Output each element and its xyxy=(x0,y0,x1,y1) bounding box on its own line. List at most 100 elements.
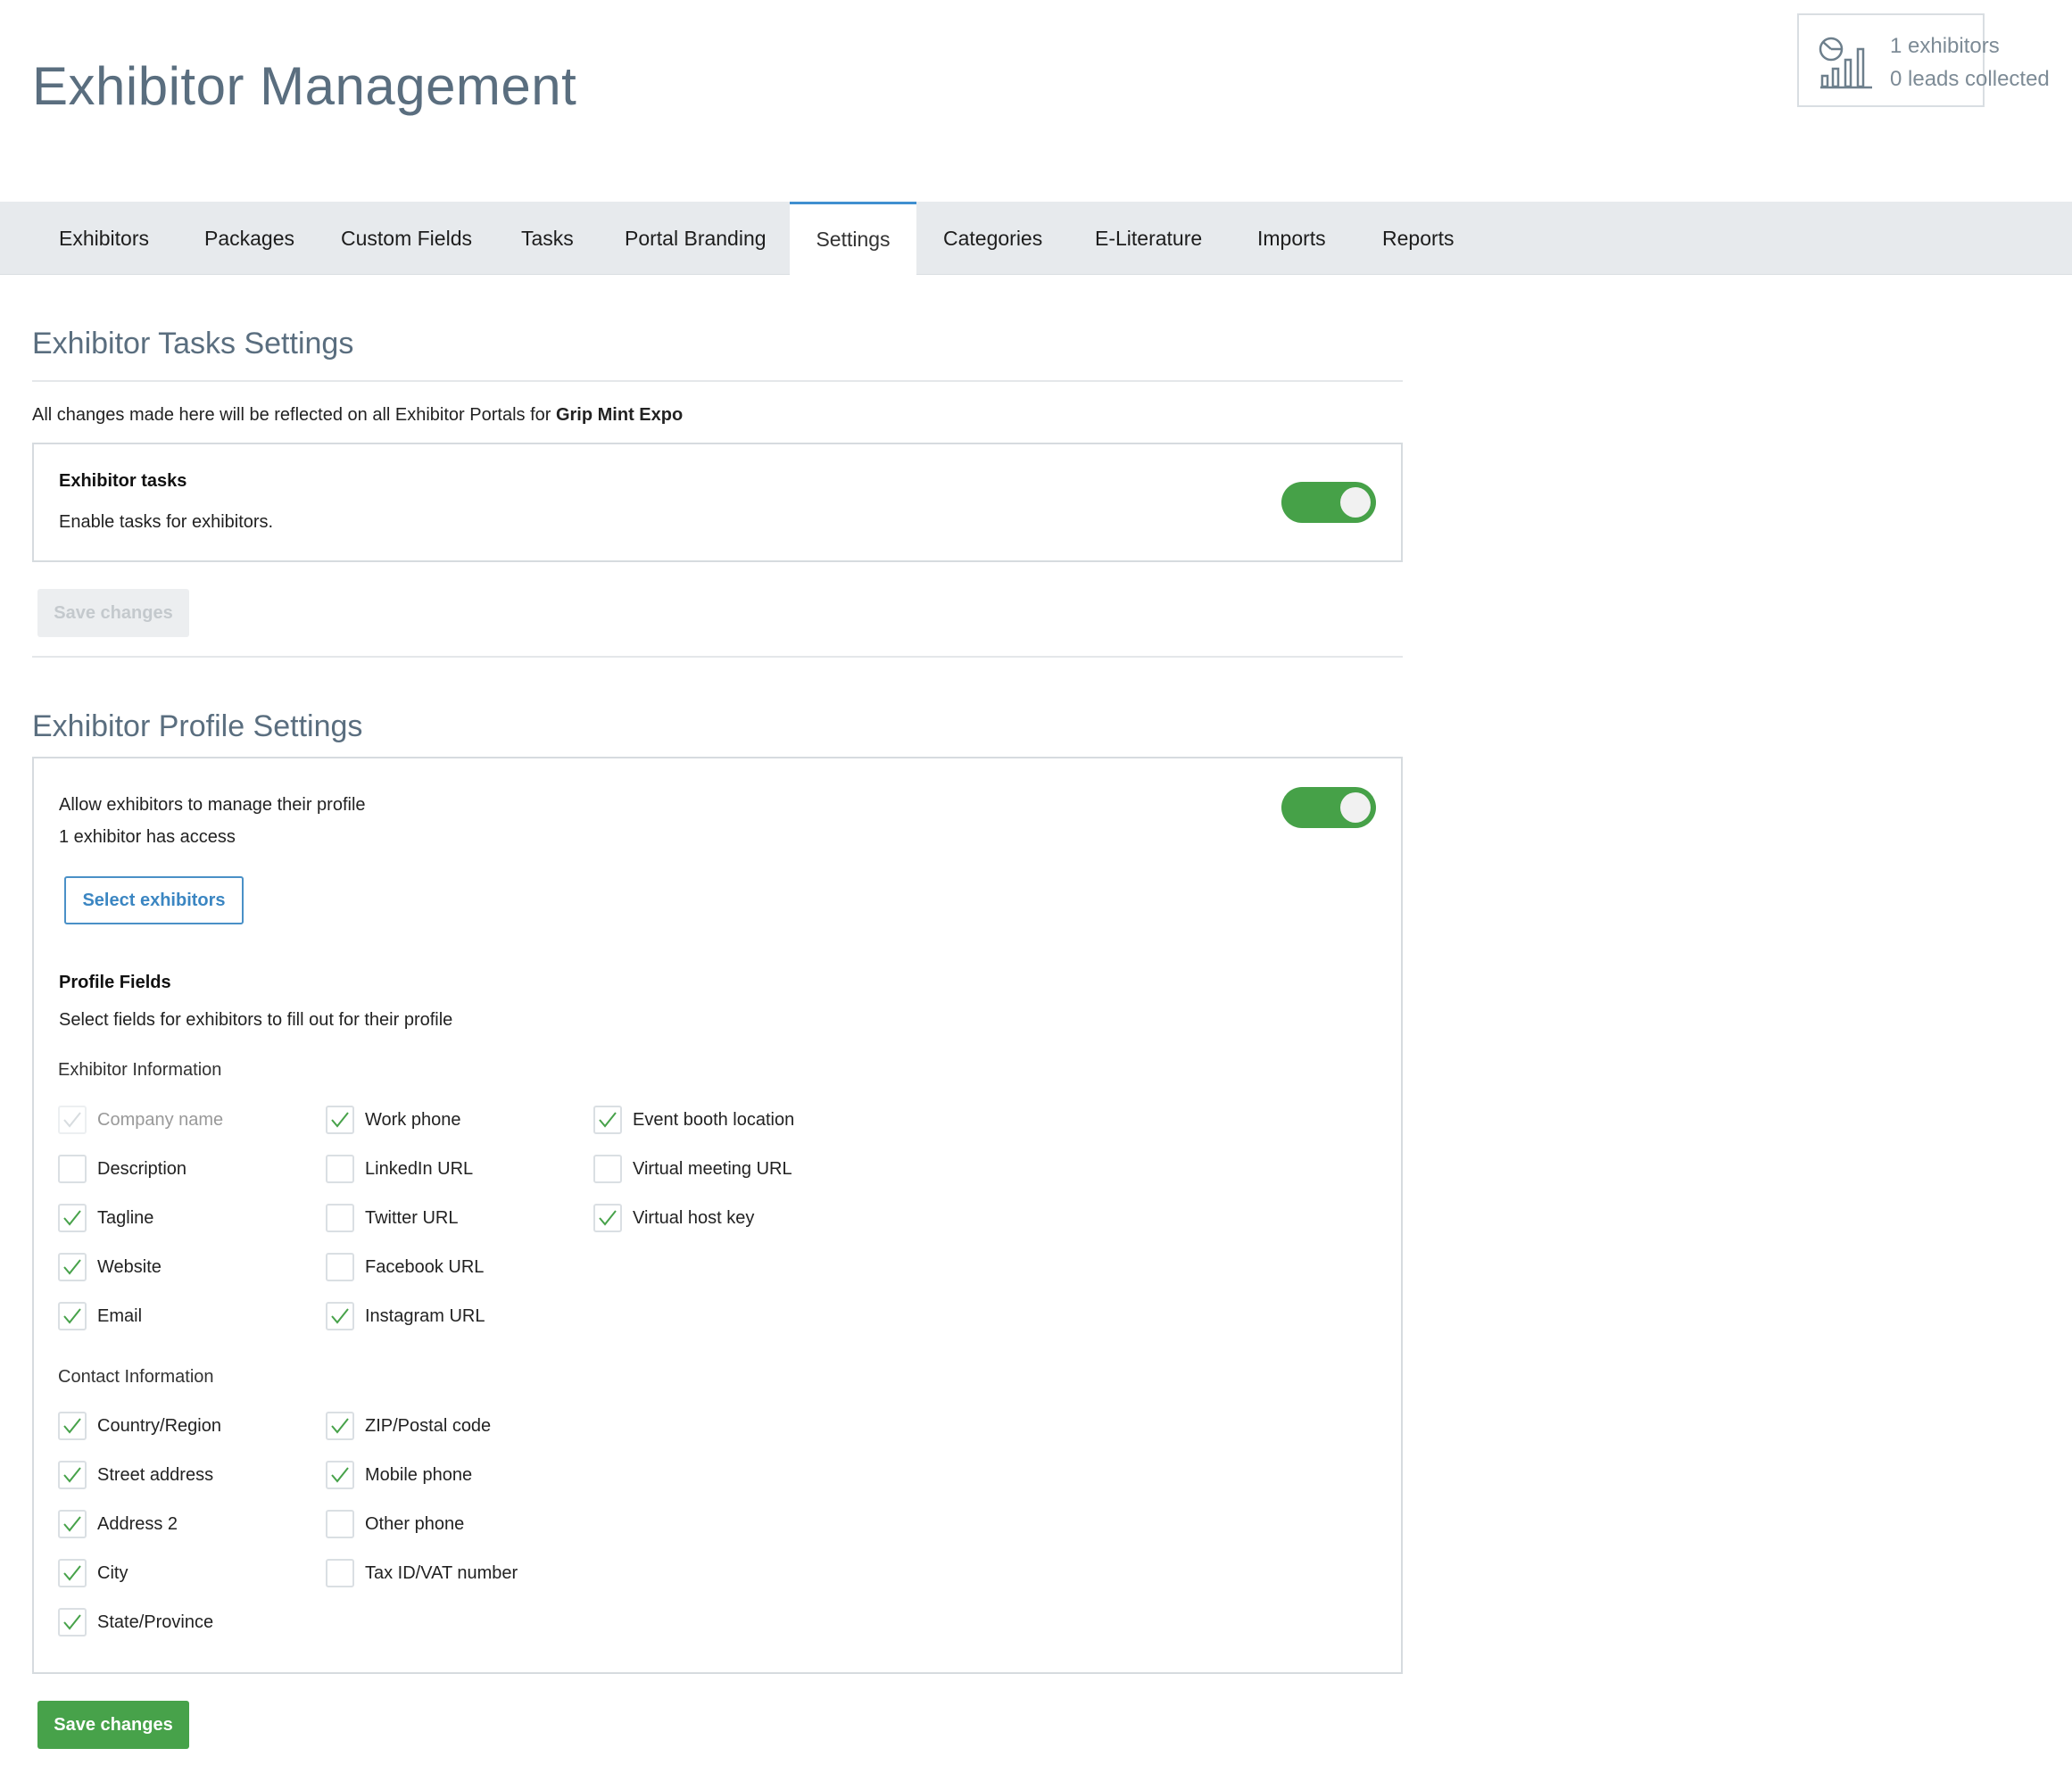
profile-save-button[interactable]: Save changes xyxy=(37,1701,189,1749)
checkbox-checked[interactable] xyxy=(58,1461,87,1489)
tab-reports[interactable]: Reports xyxy=(1382,202,1455,275)
field-label: Company name xyxy=(97,1109,224,1130)
analytics-chart-icon xyxy=(1819,37,1874,90)
field-label: City xyxy=(97,1562,128,1583)
checkmark-icon xyxy=(63,1565,81,1581)
field-label: Tagline xyxy=(97,1207,154,1228)
field-label: ZIP/Postal code xyxy=(365,1415,492,1436)
exhibitor-tasks-toggle[interactable] xyxy=(1281,482,1376,523)
tasks-save-button[interactable]: Save changes xyxy=(37,589,189,637)
tab-e-literature[interactable]: E-Literature xyxy=(1095,202,1202,275)
checkbox-checked[interactable] xyxy=(326,1461,354,1489)
access-count-text: 1 exhibitor has access xyxy=(59,827,236,847)
field-label: Mobile phone xyxy=(365,1464,473,1485)
field-linkedin-url[interactable]: LinkedIn URL xyxy=(326,1154,473,1184)
checkmark-icon xyxy=(63,1614,81,1630)
field-instagram-url[interactable]: Instagram URL xyxy=(326,1301,485,1331)
main-tabs: Exhibitors Packages Custom Fields Tasks … xyxy=(0,202,2072,276)
field-twitter-url[interactable]: Twitter URL xyxy=(326,1203,458,1233)
tab-tasks[interactable]: Tasks xyxy=(521,202,574,275)
exhibitor-information-label: Exhibitor Information xyxy=(58,1060,222,1080)
checkbox-checked[interactable] xyxy=(58,1412,87,1440)
profile-fields-title: Profile Fields xyxy=(59,973,171,992)
field-state-province[interactable]: State/Province xyxy=(58,1607,213,1637)
field-label: Virtual meeting URL xyxy=(633,1158,792,1179)
tab-packages[interactable]: Packages xyxy=(204,202,294,275)
field-email[interactable]: Email xyxy=(58,1301,142,1331)
checkmark-icon xyxy=(599,1112,617,1128)
field-tagline[interactable]: Tagline xyxy=(58,1203,153,1233)
field-label: Instagram URL xyxy=(365,1305,485,1326)
checkbox-checked[interactable] xyxy=(58,1510,87,1538)
field-website[interactable]: Website xyxy=(58,1252,162,1282)
checkmark-icon xyxy=(63,1418,81,1434)
field-label: Tax ID/VAT number xyxy=(365,1562,518,1583)
tab-portal-branding[interactable]: Portal Branding xyxy=(625,202,767,275)
stats-summary: 1 exhibitors 0 leads collected xyxy=(1797,13,2050,107)
field-virtual-meeting-url[interactable]: Virtual meeting URL xyxy=(593,1154,792,1184)
checkbox-checked[interactable] xyxy=(58,1302,87,1330)
tab-settings[interactable]: Settings xyxy=(790,202,916,276)
field-zip-postal-code[interactable]: ZIP/Postal code xyxy=(326,1411,491,1441)
checkbox-checked[interactable] xyxy=(593,1204,622,1232)
divider xyxy=(32,656,1403,658)
field-label: Address 2 xyxy=(97,1513,178,1534)
field-country-region[interactable]: Country/Region xyxy=(58,1411,221,1441)
field-description[interactable]: Description xyxy=(58,1154,186,1184)
checkbox-unchecked[interactable] xyxy=(326,1204,354,1232)
checkbox-checked[interactable] xyxy=(58,1608,87,1637)
checkmark-icon xyxy=(63,1259,81,1275)
select-exhibitors-button[interactable]: Select exhibitors xyxy=(64,876,244,924)
tab-exhibitors[interactable]: Exhibitors xyxy=(59,202,149,275)
field-event-booth-location[interactable]: Event booth location xyxy=(593,1105,794,1135)
tab-custom-fields[interactable]: Custom Fields xyxy=(341,202,472,275)
checkmark-icon xyxy=(331,1308,349,1324)
field-facebook-url[interactable]: Facebook URL xyxy=(326,1252,484,1282)
checkbox-checked[interactable] xyxy=(58,1204,87,1232)
checkbox-checked[interactable] xyxy=(326,1302,354,1330)
checkbox-checked xyxy=(58,1106,87,1134)
checkbox-unchecked[interactable] xyxy=(593,1155,622,1183)
field-street-address[interactable]: Street address xyxy=(58,1460,213,1490)
checkbox-checked[interactable] xyxy=(326,1106,354,1134)
checkbox-checked[interactable] xyxy=(593,1106,622,1134)
field-label: Facebook URL xyxy=(365,1256,485,1277)
checkmark-icon xyxy=(63,1467,81,1483)
field-work-phone[interactable]: Work phone xyxy=(326,1105,460,1135)
profile-fields-description: Select fields for exhibitors to fill out… xyxy=(59,1010,453,1030)
exhibitor-tasks-description: Enable tasks for exhibitors. xyxy=(59,512,274,532)
tab-categories[interactable]: Categories xyxy=(943,202,1042,275)
field-virtual-host-key[interactable]: Virtual host key xyxy=(593,1203,754,1233)
exhibitor-tasks-title: Exhibitor tasks xyxy=(59,471,187,491)
field-label: Other phone xyxy=(365,1513,465,1534)
field-tax-id-vat-number[interactable]: Tax ID/VAT number xyxy=(326,1558,518,1588)
leads-count: 0 leads collected xyxy=(1890,67,2050,91)
checkbox-checked[interactable] xyxy=(58,1559,87,1587)
checkmark-icon xyxy=(331,1418,349,1434)
field-city[interactable]: City xyxy=(58,1558,128,1588)
profile-settings-title: Exhibitor Profile Settings xyxy=(32,709,363,743)
field-label: Event booth location xyxy=(633,1109,795,1130)
field-mobile-phone[interactable]: Mobile phone xyxy=(326,1460,472,1490)
field-label: LinkedIn URL xyxy=(365,1158,474,1179)
checkbox-unchecked[interactable] xyxy=(326,1155,354,1183)
profile-management-toggle[interactable] xyxy=(1281,787,1376,828)
checkbox-unchecked[interactable] xyxy=(326,1253,354,1281)
field-address-2[interactable]: Address 2 xyxy=(58,1509,178,1539)
checkbox-unchecked[interactable] xyxy=(326,1559,354,1587)
checkbox-unchecked[interactable] xyxy=(58,1155,87,1183)
field-label: Country/Region xyxy=(97,1415,221,1436)
checkbox-checked[interactable] xyxy=(58,1253,87,1281)
checkbox-checked[interactable] xyxy=(326,1412,354,1440)
field-label: Work phone xyxy=(365,1109,461,1130)
field-label: Twitter URL xyxy=(365,1207,459,1228)
tab-imports[interactable]: Imports xyxy=(1257,202,1326,275)
checkbox-unchecked[interactable] xyxy=(326,1510,354,1538)
allow-profile-text: Allow exhibitors to manage their profile xyxy=(59,795,366,815)
checkmark-icon xyxy=(63,1210,81,1226)
exhibitor-count: 1 exhibitors xyxy=(1890,34,2000,58)
checkmark-icon xyxy=(599,1210,617,1226)
field-other-phone[interactable]: Other phone xyxy=(326,1509,464,1539)
checkmark-icon xyxy=(331,1112,349,1128)
checkmark-icon xyxy=(63,1516,81,1532)
